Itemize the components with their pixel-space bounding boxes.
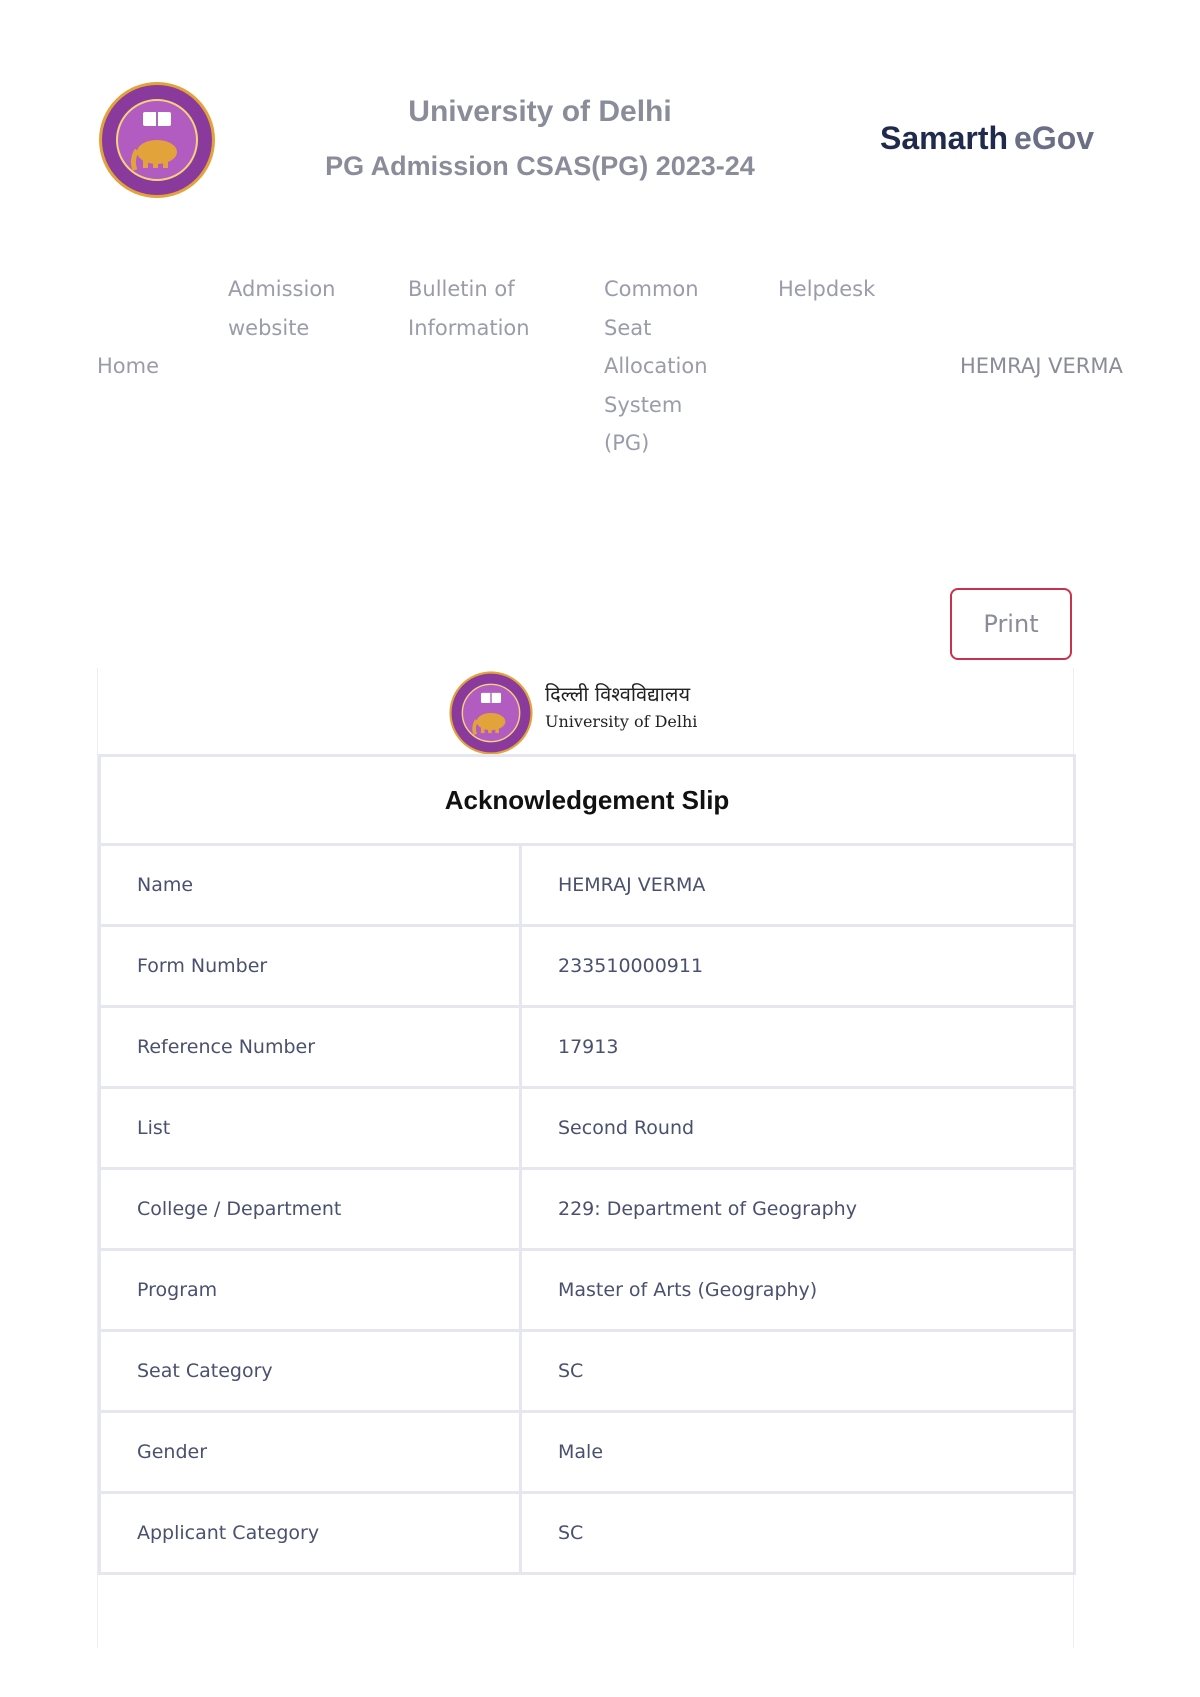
slip-title: Acknowledgement Slip — [97, 754, 1077, 846]
nav-home[interactable]: Home — [97, 347, 159, 386]
row-label: Program — [98, 1248, 522, 1332]
table-row: Form Number 233510000911 — [98, 924, 1077, 1008]
print-button[interactable]: Print — [950, 588, 1072, 660]
university-title: University of Delhi — [408, 95, 672, 128]
table-row: Program Master of Arts (Geography) — [98, 1248, 1077, 1332]
row-value: HEMRAJ VERMA — [518, 843, 1077, 927]
row-value: Male — [518, 1410, 1077, 1494]
row-label: List — [98, 1086, 522, 1170]
nav-user-menu[interactable]: HEMRAJ VERMA — [960, 347, 1123, 386]
row-label: Applicant Category — [98, 1491, 522, 1575]
brand-egov: eGov — [1014, 120, 1095, 156]
row-value: Second Round — [518, 1086, 1077, 1170]
row-value: 233510000911 — [518, 924, 1077, 1008]
nav-bulletin-of-information[interactable]: Bulletin of Information — [408, 270, 578, 347]
brand-samarth: Samarth — [880, 120, 1009, 156]
table-row: Gender Male — [98, 1410, 1077, 1494]
acknowledgement-slip: दिल्ली विश्वविद्यालय University of Delhi… — [97, 668, 1077, 1648]
table-row: List Second Round — [98, 1086, 1077, 1170]
table-row: College / Department 229: Department of … — [98, 1167, 1077, 1251]
row-label: Form Number — [98, 924, 522, 1008]
samarth-egov-logo[interactable]: Samarth eGov — [880, 120, 1094, 157]
row-label: College / Department — [98, 1167, 522, 1251]
slip-university-logo-icon — [449, 671, 533, 755]
slip-hindi-name: दिल्ली विश्वविद्यालय — [545, 682, 691, 706]
university-logo-icon[interactable] — [97, 80, 217, 200]
row-label: Reference Number — [98, 1005, 522, 1089]
row-label: Seat Category — [98, 1329, 522, 1413]
acknowledgement-table: Acknowledgement Slip Name HEMRAJ VERMA F… — [97, 754, 1077, 1575]
page-header: University of Delhi PG Admission CSAS(PG… — [0, 0, 1200, 230]
row-value: 17913 — [518, 1005, 1077, 1089]
slip-logo-row: दिल्ली विश्वविद्यालय University of Delhi — [98, 668, 1073, 755]
nav-helpdesk[interactable]: Helpdesk — [778, 270, 875, 309]
nav-admission-website[interactable]: Admission website — [228, 270, 368, 347]
row-value: SC — [518, 1491, 1077, 1575]
nav-common-seat-allocation[interactable]: Common Seat Allocation System (PG) — [604, 270, 734, 463]
row-value: 229: Department of Geography — [518, 1167, 1077, 1251]
row-value: SC — [518, 1329, 1077, 1413]
table-row: Name HEMRAJ VERMA — [98, 843, 1077, 927]
table-row: Reference Number 17913 — [98, 1005, 1077, 1089]
admission-title: PG Admission CSAS(PG) 2023-24 — [325, 151, 755, 181]
table-row: Seat Category SC — [98, 1329, 1077, 1413]
row-label: Name — [98, 843, 522, 927]
row-value: Master of Arts (Geography) — [518, 1248, 1077, 1332]
table-header-row: Acknowledgement Slip — [97, 754, 1077, 846]
row-label: Gender — [98, 1410, 522, 1494]
slip-english-name: University of Delhi — [545, 712, 698, 731]
header-titles: University of Delhi PG Admission CSAS(PG… — [280, 92, 800, 184]
table-row: Applicant Category SC — [98, 1491, 1077, 1575]
